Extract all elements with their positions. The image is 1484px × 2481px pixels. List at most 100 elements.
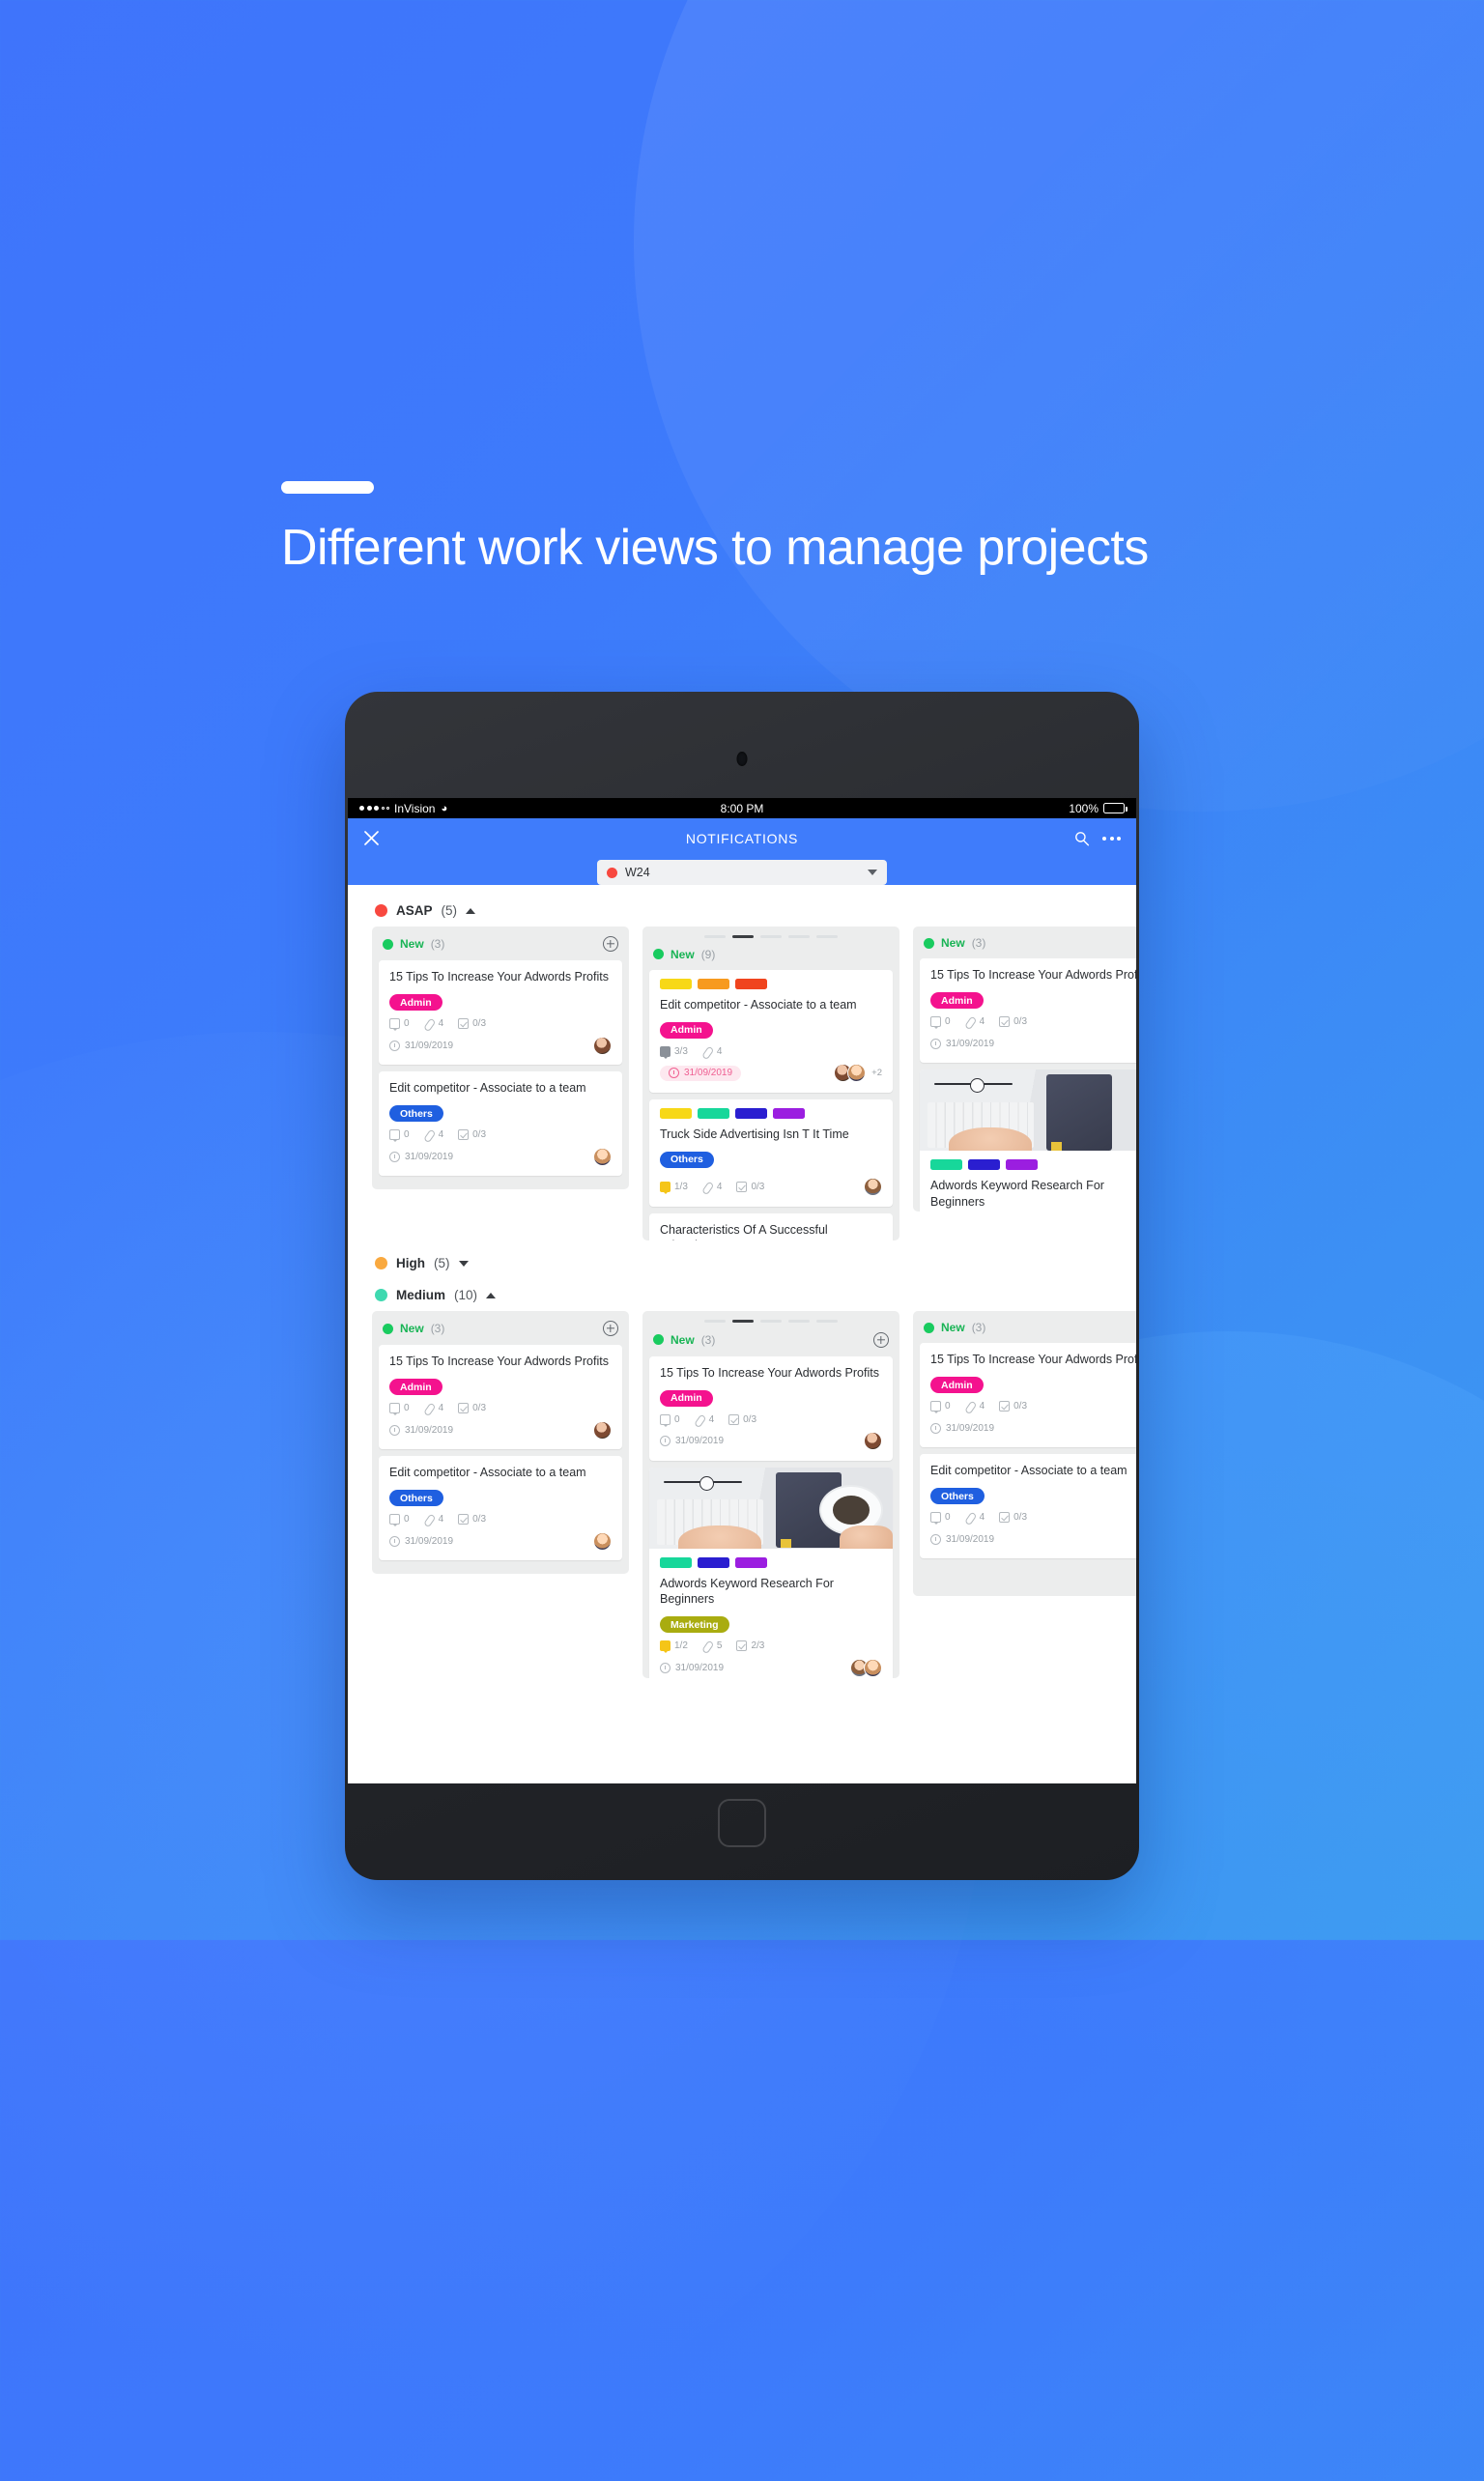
chevron-down-icon [868,870,877,875]
attachment-count: 4 [702,1046,723,1057]
task-card-photo[interactable]: Adwords Keyword Research For Beginners M… [920,1069,1136,1212]
project-selector[interactable]: W24 [597,860,887,885]
card-meta: 0 4 0/3 [389,1514,612,1527]
checklist-icon [999,1401,1011,1412]
comment-icon [930,1401,941,1414]
color-chip [698,1107,729,1119]
background-blob-top-right [634,0,1484,812]
project-selector-label: W24 [625,866,650,879]
due-date: 31/09/2019 [389,1535,453,1547]
column-count: (3) [430,937,445,951]
home-button[interactable] [718,1799,766,1847]
group-header-high[interactable]: High (5) [348,1240,1136,1279]
card-meta: 0 4 0/3 [660,1413,882,1427]
comment-icon [389,1403,400,1416]
pen-photo-element [934,1078,1013,1093]
task-card[interactable]: 15 Tips To Increase Your Adwords Profits… [379,960,622,1065]
pagination-dot[interactable] [788,1320,810,1323]
comment-count: 0 [389,1403,410,1416]
alarm-clock-icon [669,1068,679,1078]
add-card-button[interactable] [603,936,618,952]
clock-icon [930,1533,941,1545]
task-card[interactable]: Edit competitor - Associate to a team Ad… [649,969,893,1093]
task-card[interactable]: 15 Tips To Increase Your Adwords Profits… [920,1343,1136,1447]
card-footer: 31/09/2019 [389,1531,612,1551]
avatar [864,1178,882,1196]
column-pagination[interactable] [649,933,893,945]
priority-dot-asap [375,904,387,917]
task-card[interactable]: 15 Tips To Increase Your Adwords Profits… [379,1345,622,1449]
checklist-icon [458,1514,470,1525]
card-tag: Others [930,1488,985,1504]
column-header: New (3) [379,933,622,960]
column-count: (3) [700,1332,716,1347]
task-card[interactable]: Truck Side Advertising Isn T It Time Oth… [649,1098,893,1207]
pagination-dot[interactable] [704,935,726,938]
checklist-icon [458,1129,470,1140]
status-bar-clock: 8:00 PM [720,801,764,815]
attachment-count: 4 [424,1018,444,1029]
card-color-chips [660,978,882,989]
comment-count: 0 [930,1401,951,1414]
close-icon[interactable] [363,830,380,846]
column-pagination[interactable] [649,1318,893,1329]
comment-count: 0 [389,1514,410,1527]
pagination-dot[interactable] [816,935,838,938]
comment-icon [660,1640,671,1654]
chevron-up-icon[interactable] [466,907,476,914]
board-column: New (9) Edit competitor - Associate to a… [642,927,899,1240]
color-chip [660,1107,692,1119]
pagination-dot[interactable] [704,1320,726,1323]
task-card[interactable]: 15 Tips To Increase Your Adwords Profits… [920,958,1136,1063]
group-header-medium[interactable]: Medium (10) [348,1279,1136,1311]
pagination-dot[interactable] [788,935,810,938]
pagination-dot[interactable] [760,1320,782,1323]
asap-columns: New (3) 15 Tips To Increase Your Adwords… [348,927,1136,1240]
pagination-dot-active[interactable] [732,1320,754,1323]
notebook-photo-element [1046,1074,1113,1151]
chevron-down-icon[interactable] [458,1260,469,1267]
status-bar-left: InVision ◕ [359,802,721,815]
card-tag: Admin [930,992,984,1009]
more-options-icon[interactable] [1102,836,1121,841]
task-card[interactable]: Edit competitor - Associate to a team Ot… [379,1071,622,1176]
color-chip [930,1159,962,1170]
color-chip [968,1159,1000,1170]
pagination-dot[interactable] [816,1320,838,1323]
column-header: New (3) [379,1318,622,1345]
search-icon[interactable] [1074,831,1090,846]
attachment-icon [962,1510,977,1525]
assignee-avatars: +2 [834,1064,882,1082]
status-dot-new [653,949,664,959]
card-footer: 31/09/2019 [930,1529,1136,1549]
priority-dot-high [375,1257,387,1269]
card-tag: Others [389,1105,443,1122]
comment-icon [930,1512,941,1526]
task-card[interactable]: Edit competitor - Associate to a team Ot… [379,1456,622,1560]
checklist-count: 0/3 [999,1512,1027,1523]
add-card-button[interactable] [603,1321,618,1336]
add-card-button[interactable] [873,1331,889,1348]
card-title: 15 Tips To Increase Your Adwords Profits [389,970,609,984]
pagination-dot[interactable] [760,935,782,938]
card-title: 15 Tips To Increase Your Adwords Profits [660,1365,879,1380]
status-dot-new [924,1322,934,1333]
pagination-dot-active[interactable] [732,935,754,938]
priority-dot-medium [375,1289,387,1301]
task-card[interactable]: 15 Tips To Increase Your Adwords Profits… [649,1355,893,1461]
status-dot-new [383,938,393,950]
chevron-up-icon[interactable] [486,1292,497,1298]
project-color-dot [607,867,617,878]
checklist-count: 0/3 [458,1403,486,1413]
card-footer: 31/09/2019 [930,1034,1136,1053]
column-count: (3) [971,936,986,950]
column-header: New (3) [649,1329,893,1356]
task-card-photo[interactable]: Adwords Keyword Research For Beginners M… [649,1467,893,1678]
group-header-asap[interactable]: ASAP (5) [348,895,1136,927]
task-card[interactable]: Edit competitor - Associate to a team Ot… [920,1454,1136,1558]
color-chip [698,978,729,989]
status-bar-right: 100% [763,802,1127,815]
hand-photo-element [678,1525,761,1549]
card-footer: 31/09/2019 [930,1418,1136,1438]
task-card[interactable]: Characteristics Of A Successful Advertis… [649,1212,893,1240]
